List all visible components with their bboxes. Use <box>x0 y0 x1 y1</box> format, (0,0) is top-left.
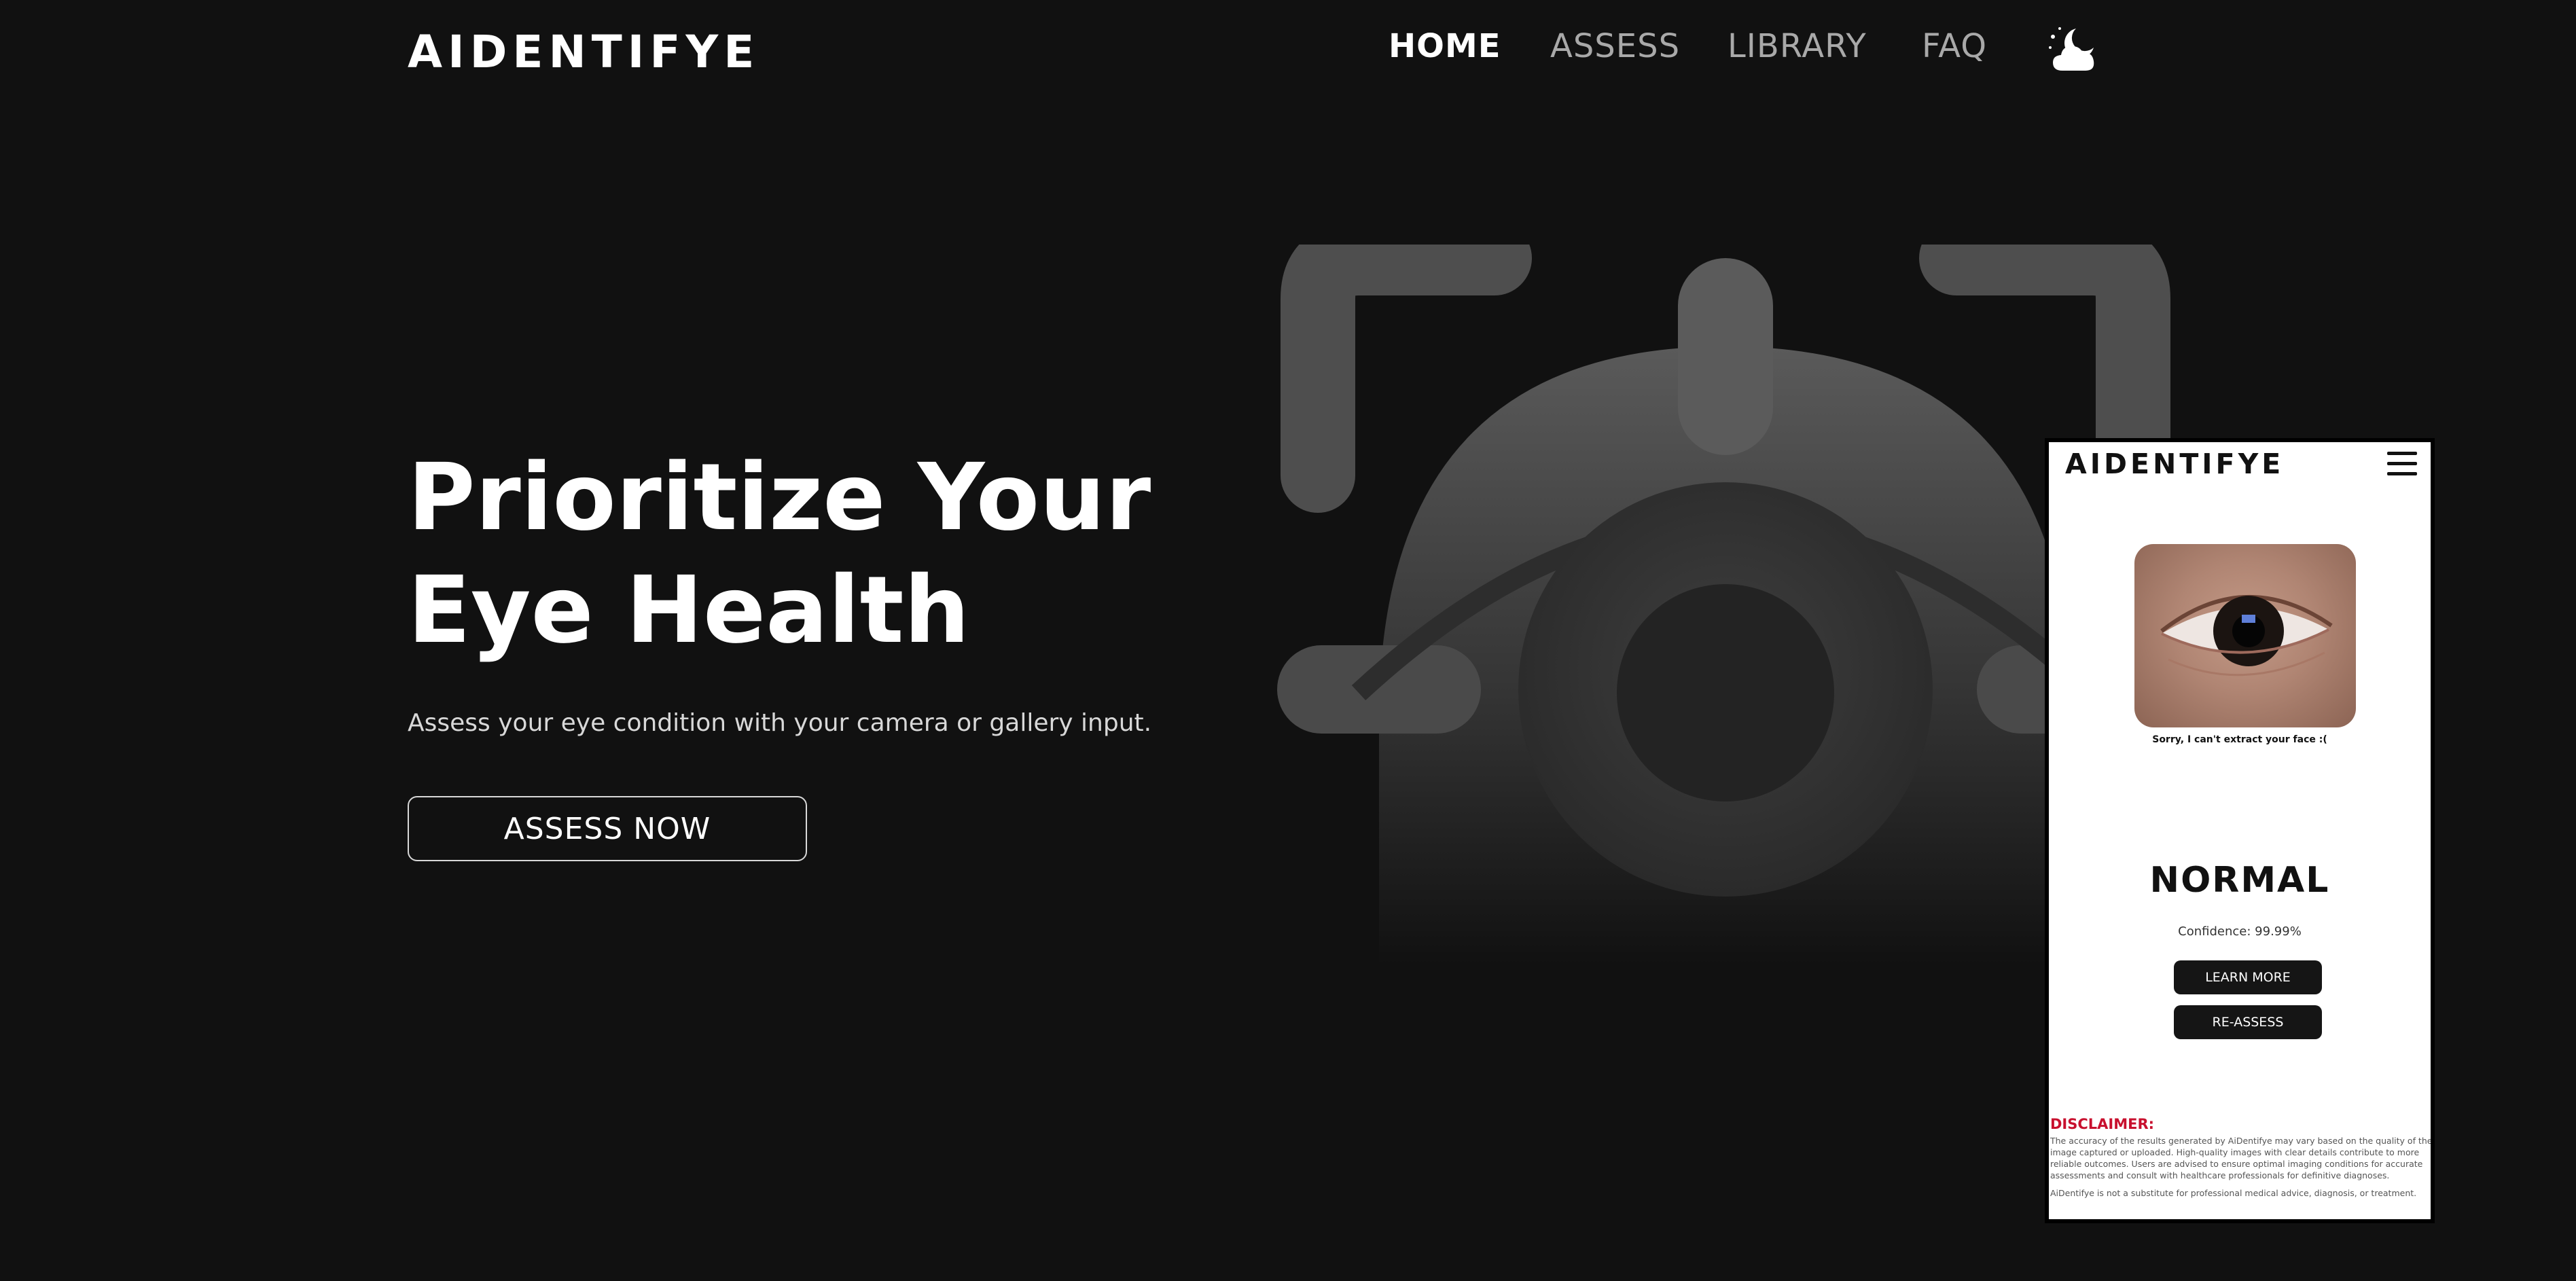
learn-more-button[interactable]: LEARN MORE <box>2174 960 2322 994</box>
face-detect-message: Sorry, I can't extract your face :( <box>2152 734 2327 745</box>
reassess-button[interactable]: RE-ASSESS <box>2174 1005 2322 1039</box>
confidence-text: Confidence: 99.99% <box>2178 924 2302 939</box>
eye-photo <box>2134 544 2356 727</box>
eye-scan-icon <box>1277 245 2174 964</box>
result-status: NORMAL <box>2149 860 2330 901</box>
hero-title-line2: Eye Health <box>408 557 970 664</box>
hamburger-menu-icon[interactable] <box>2387 452 2417 476</box>
nav-library[interactable]: LIBRARY <box>1728 27 1867 65</box>
theme-toggle-button[interactable] <box>2046 24 2100 75</box>
cloud-moon-icon <box>2049 27 2094 71</box>
disclaimer-body: The accuracy of the results generated by… <box>2050 1136 2433 1180</box>
disclaimer-title: DISCLAIMER: <box>2050 1116 2155 1132</box>
brand-logo[interactable]: AIDENTIFYE <box>408 26 759 78</box>
hero-subtitle: Assess your eye condition with your came… <box>408 709 1152 737</box>
assess-now-button[interactable]: ASSESS NOW <box>408 796 807 861</box>
mobile-brand-logo[interactable]: AIDENTIFYE <box>2065 448 2284 480</box>
nav-faq[interactable]: FAQ <box>1922 27 1987 65</box>
nav-assess[interactable]: ASSESS <box>1550 27 1680 65</box>
mobile-preview: AIDENTIFYE Sorry, I can't extract your f… <box>2045 438 2435 1223</box>
hero-title-line1: Prioritize Your <box>408 444 1151 552</box>
nav-home[interactable]: HOME <box>1389 27 1501 65</box>
disclaimer-footnote: AiDentifye is not a substitute for profe… <box>2050 1188 2417 1198</box>
hero-title: Prioritize Your Eye Health <box>408 441 1151 667</box>
